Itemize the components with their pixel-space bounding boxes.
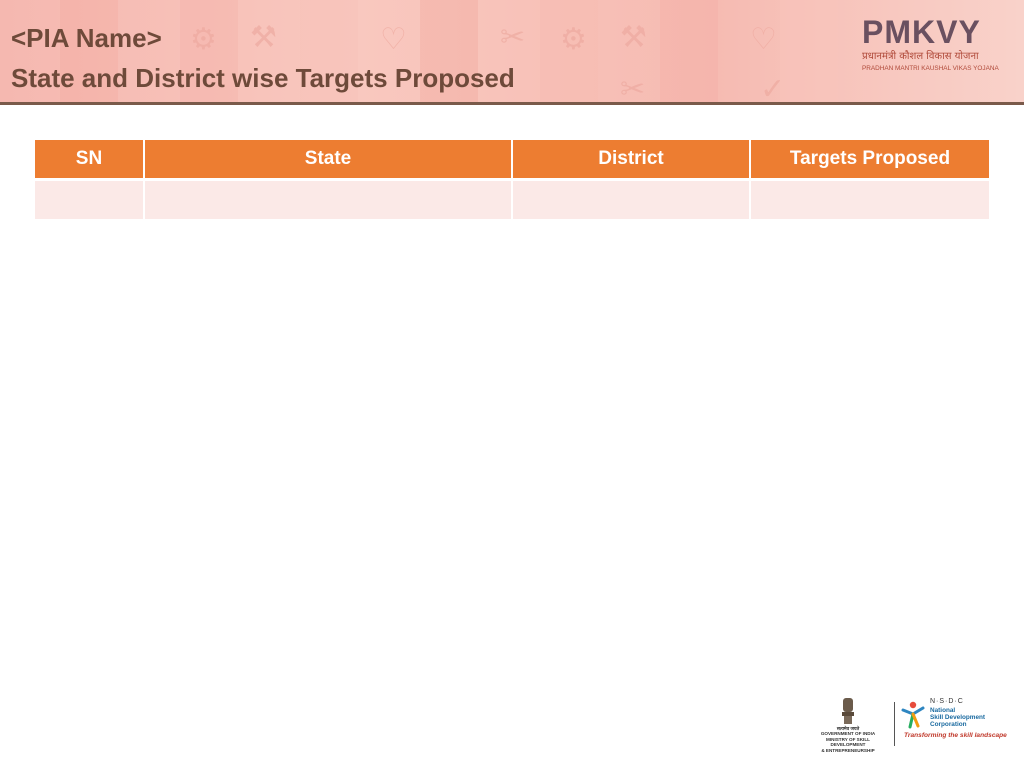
tools-icon: ✂ bbox=[620, 72, 646, 103]
nsdc-name: National Skill Development Corporation bbox=[930, 707, 986, 728]
table-header-row: SN State District Targets Proposed bbox=[35, 140, 989, 181]
pia-name-heading: <PIA Name> bbox=[11, 23, 162, 53]
column-header-targets-proposed: Targets Proposed bbox=[751, 140, 989, 181]
targets-table: SN State District Targets Proposed bbox=[35, 140, 989, 219]
nsdc-tagline: Transforming the skill landscape bbox=[904, 732, 1007, 739]
nsdc-letters: N·S·D·C bbox=[930, 698, 964, 705]
pmkvy-wordmark: PMKVY bbox=[862, 14, 981, 50]
pmkvy-subtitle: PRADHAN MANTRI KAUSHAL VIKAS YOJANA bbox=[862, 65, 999, 72]
page-subtitle: State and District wise Targets Proposed bbox=[11, 63, 515, 93]
hammer-icon: ⚒ bbox=[620, 20, 647, 55]
heart-icon: ♡ bbox=[750, 22, 777, 57]
table-row bbox=[35, 181, 989, 219]
nsdc-figure-icon bbox=[901, 701, 925, 729]
cell-sn[interactable] bbox=[35, 181, 145, 219]
column-header-sn: SN bbox=[35, 140, 145, 181]
footer-logos: सत्यमेव जयते GOVERNMENT OF INDIA MINISTR… bbox=[808, 696, 1007, 753]
column-header-state: State bbox=[145, 140, 513, 181]
page-title: <PIA Name> State and District wise Targe… bbox=[11, 18, 515, 98]
ministry-line-2: & ENTREPRENEURSHIP bbox=[821, 747, 875, 753]
banner-tile bbox=[780, 0, 838, 103]
footer-divider bbox=[894, 702, 895, 746]
column-header-district: District bbox=[513, 140, 751, 181]
gear-icon: ⚙ bbox=[560, 22, 587, 57]
national-emblem-icon bbox=[842, 698, 854, 724]
pmkvy-hindi-text: प्रधानमंत्री कौशल विकास योजना bbox=[862, 51, 979, 62]
cell-district[interactable] bbox=[513, 181, 751, 219]
ministry-line: MINISTRY OF SKILL DEVELOPMENT bbox=[826, 736, 870, 748]
cell-state[interactable] bbox=[145, 181, 513, 219]
pmkvy-logo: PMKVY प्रधानमंत्री कौशल विकास योजना PRAD… bbox=[862, 14, 999, 94]
header-divider bbox=[0, 102, 1024, 105]
header-banner: ⚙ ⚒ ♡ ✂ ⚙ ⚒ ♡ ✂ ✓ <PIA Name> State and D… bbox=[0, 0, 1024, 103]
government-of-india-text: सत्यमेव जयते GOVERNMENT OF INDIA MINISTR… bbox=[808, 726, 888, 753]
cell-targets-proposed[interactable] bbox=[751, 181, 989, 219]
banner-tile bbox=[660, 0, 718, 103]
check-icon: ✓ bbox=[760, 72, 786, 103]
